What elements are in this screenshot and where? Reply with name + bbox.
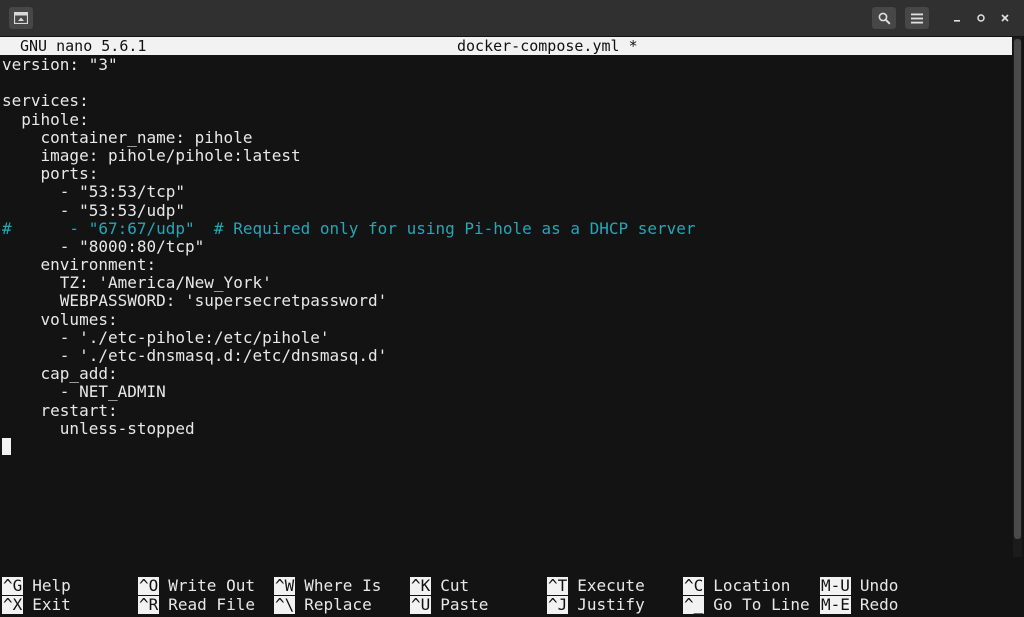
editor-line-current [2, 437, 1002, 456]
shortcut-label: Help [32, 576, 71, 595]
shortcut-justify[interactable]: ^J Justify [547, 594, 645, 614]
shortcut-label: Write Out [168, 576, 255, 595]
shortcut-replace[interactable]: ^\ Replace [274, 594, 372, 614]
shortcut-label: Undo [859, 576, 899, 595]
scrollbar[interactable] [1013, 37, 1022, 557]
shortcut-undo[interactable]: M-U Undo [820, 577, 898, 595]
close-icon[interactable] [996, 9, 1014, 27]
editor-line: version: "3" [2, 55, 118, 74]
editor-line: volumes: [2, 309, 118, 329]
shortcut-key: ^O [138, 576, 160, 595]
shortcut-label: Replace [304, 594, 372, 614]
shortcut-read-file[interactable]: ^R Read File [138, 594, 255, 614]
shortcut-key: ^C [683, 576, 705, 595]
shortcut-redo[interactable]: M-E Redo [820, 594, 899, 614]
shortcut-key: ^T [547, 576, 569, 595]
editor-line: - "53:53/udp" [2, 200, 186, 220]
shortcut-cut[interactable]: ^K Cut [410, 577, 469, 595]
editor-line: pihole: [2, 109, 89, 129]
hamburger-menu-icon[interactable] [905, 7, 929, 29]
editor-line: TZ: 'America/New_York' [2, 273, 272, 293]
text-cursor [2, 437, 11, 455]
editor-line: services: [2, 91, 89, 111]
title-bar [0, 0, 1024, 36]
shortcut-key: ^G [2, 576, 24, 595]
editor-line: - "8000:80/tcp" [2, 236, 205, 256]
shortcut-key: ^_ [683, 594, 705, 614]
nano-version: GNU nano 5.6.1 [20, 37, 147, 55]
shortcut-key: ^X [2, 594, 24, 614]
shortcut-key: ^U [410, 594, 432, 614]
shortcut-label: Redo [859, 594, 899, 614]
file-name: docker-compose.yml * [457, 37, 638, 55]
nano-header-bar: GNU nano 5.6.1 docker-compose.yml * [0, 37, 1012, 55]
scrollbar-thumb[interactable] [1014, 39, 1021, 539]
shortcut-label: Paste [440, 594, 489, 614]
shortcut-label: Where Is [304, 576, 382, 595]
shortcut-go-to-line[interactable]: ^_ Go To Line [683, 594, 810, 614]
shortcut-execute[interactable]: ^T Execute [547, 577, 645, 595]
shortcut-location[interactable]: ^C Location [683, 577, 790, 595]
terminal-app-icon[interactable] [9, 7, 33, 29]
shortcut-key: ^\ [274, 594, 296, 614]
restore-icon[interactable] [972, 9, 990, 27]
shortcut-label: Exit [32, 594, 71, 614]
editor-line: - './etc-dnsmasq.d:/etc/dnsmasq.d' [2, 346, 388, 365]
editor-line: environment: [2, 255, 157, 275]
shortcut-label: Justify [577, 594, 645, 614]
shortcut-label: Cut [440, 576, 470, 595]
shortcut-label: Go To Line [713, 594, 810, 614]
editor-line: - NET_ADMIN [2, 382, 166, 402]
editor-line: ports: [2, 164, 99, 184]
editor-line: unless-stopped [2, 418, 195, 438]
editor-line: # - "67:67/udp" # Required only for usin… [2, 218, 696, 238]
shortcut-label: Location [713, 576, 791, 595]
shortcut-label: Read File [168, 594, 255, 614]
shortcut-paste[interactable]: ^U Paste [410, 594, 489, 614]
shortcut-label: Execute [577, 576, 645, 595]
shortcut-key: ^R [138, 594, 160, 614]
shortcut-bar: ^G Help ^X Exit ^O Write Out ^R Read File ^W Wher… [0, 576, 1010, 616]
shortcut-key: M-U [820, 576, 851, 595]
shortcut-key: M-E [820, 594, 851, 614]
terminal-window: GNU nano 5.6.1 docker-compose.yml * vers… [0, 0, 1024, 617]
shortcut-key: ^W [274, 576, 296, 595]
search-icon[interactable] [872, 7, 896, 29]
editor-text-area[interactable]: version: "3" services: pihole: container_… [2, 55, 1002, 576]
shortcut-help[interactable]: ^G Help [2, 577, 71, 595]
editor-line: image: pihole/pihole:latest [2, 145, 301, 165]
editor-line: - "53:53/tcp" [2, 182, 186, 202]
editor-line: cap_add: [2, 364, 118, 384]
editor-line: WEBPASSWORD: 'supersecretpassword' [2, 291, 388, 311]
shortcut-key: ^K [410, 576, 432, 595]
minimize-icon[interactable] [948, 9, 966, 27]
shortcut-exit[interactable]: ^X Exit [2, 594, 71, 614]
shortcut-where-is[interactable]: ^W Where Is [274, 577, 381, 595]
shortcut-key: ^J [547, 594, 569, 614]
editor-line: - './etc-pihole:/etc/pihole' [2, 327, 330, 347]
editor-line: container_name: pihole [2, 127, 253, 147]
shortcut-write-out[interactable]: ^O Write Out [138, 577, 255, 595]
editor-line: restart: [2, 400, 118, 420]
